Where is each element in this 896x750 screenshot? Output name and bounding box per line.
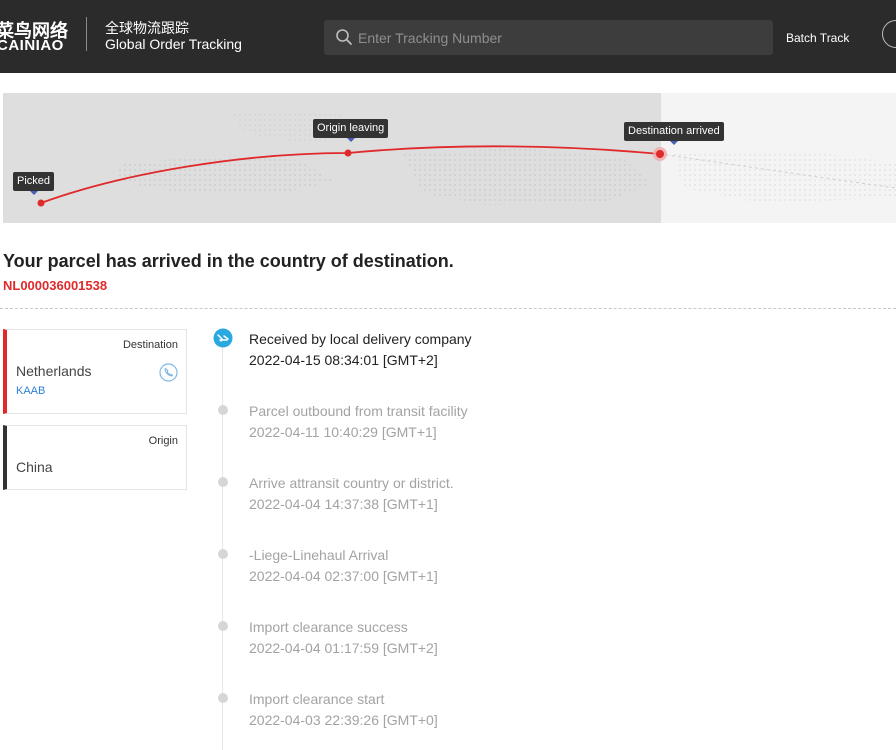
timeline-event: Arrive attransit country or district. — [249, 475, 454, 491]
marker-picked — [37, 199, 45, 207]
timeline-event: Import clearance success — [249, 619, 408, 635]
timeline-time: 2022-04-15 08:34:01 [GMT+2] — [249, 352, 438, 368]
marker-destination-arrived — [656, 150, 664, 158]
timeline-time: 2022-04-03 22:39:26 [GMT+0] — [249, 712, 438, 728]
origin-card: Origin China — [3, 425, 187, 490]
destination-country: Netherlands — [16, 363, 92, 379]
status-headline: Your parcel has arrived in the country o… — [3, 251, 454, 271]
destination-label: Destination — [122, 339, 178, 351]
tracking-number-input[interactable] — [358, 20, 758, 55]
origin-label: Origin — [148, 435, 178, 447]
marker-origin-leaving — [344, 149, 352, 157]
map-graphics — [37, 111, 896, 207]
map-landmass — [673, 151, 896, 203]
timeline-event: Parcel outbound from transit facility — [249, 403, 468, 419]
timeline-event: -Liege-Linehaul Arrival — [249, 547, 389, 563]
timeline-dot — [218, 621, 228, 631]
brand-title-chinese: 全球物流跟踪 — [105, 21, 189, 37]
section-divider — [0, 308, 896, 309]
logo-english[interactable]: CAINIAO — [0, 37, 64, 54]
origin-country: China — [16, 459, 53, 475]
logo-divider — [86, 17, 87, 51]
search-box — [324, 20, 773, 55]
map-tag-destination-arrived: Destination arrived — [624, 122, 724, 145]
delivery-truck-icon — [213, 328, 233, 348]
destination-card: Destination Netherlands KAAB — [3, 329, 187, 414]
tracking-number: NL000036001538 — [3, 278, 108, 293]
timeline-dot — [218, 693, 228, 703]
timeline-time: 2022-04-04 14:37:38 [GMT+1] — [249, 496, 438, 512]
map-landmass — [403, 148, 653, 205]
timeline-time: 2022-04-11 10:40:29 [GMT+1] — [249, 424, 437, 440]
batch-track-link[interactable]: Batch Track — [786, 31, 849, 45]
timeline-time: 2022-04-04 02:37:00 [GMT+1] — [249, 568, 438, 584]
search-icon[interactable] — [335, 28, 353, 46]
timeline-dot — [218, 405, 228, 415]
language-button[interactable] — [882, 20, 896, 48]
timeline-dot — [218, 477, 228, 487]
timeline-event: Received by local delivery company — [249, 331, 472, 347]
route-map: Picked Origin leaving Destination arrive… — [3, 93, 896, 223]
timeline-time: 2022-04-04 01:17:59 [GMT+2] — [249, 640, 438, 656]
map-tag-picked: Picked — [13, 172, 55, 195]
top-header: 菜鸟网络 CAINIAO 全球物流跟踪 Global Order Trackin… — [0, 0, 896, 73]
timeline-event: Import clearance start — [249, 691, 385, 707]
map-tag-origin-leaving: Origin leaving — [313, 119, 389, 142]
timeline-line — [222, 340, 223, 750]
phone-icon[interactable] — [159, 363, 178, 382]
destination-carrier-link[interactable]: KAAB — [16, 385, 45, 397]
brand-title-english: Global Order Tracking — [105, 36, 242, 52]
timeline-dot — [218, 549, 228, 559]
